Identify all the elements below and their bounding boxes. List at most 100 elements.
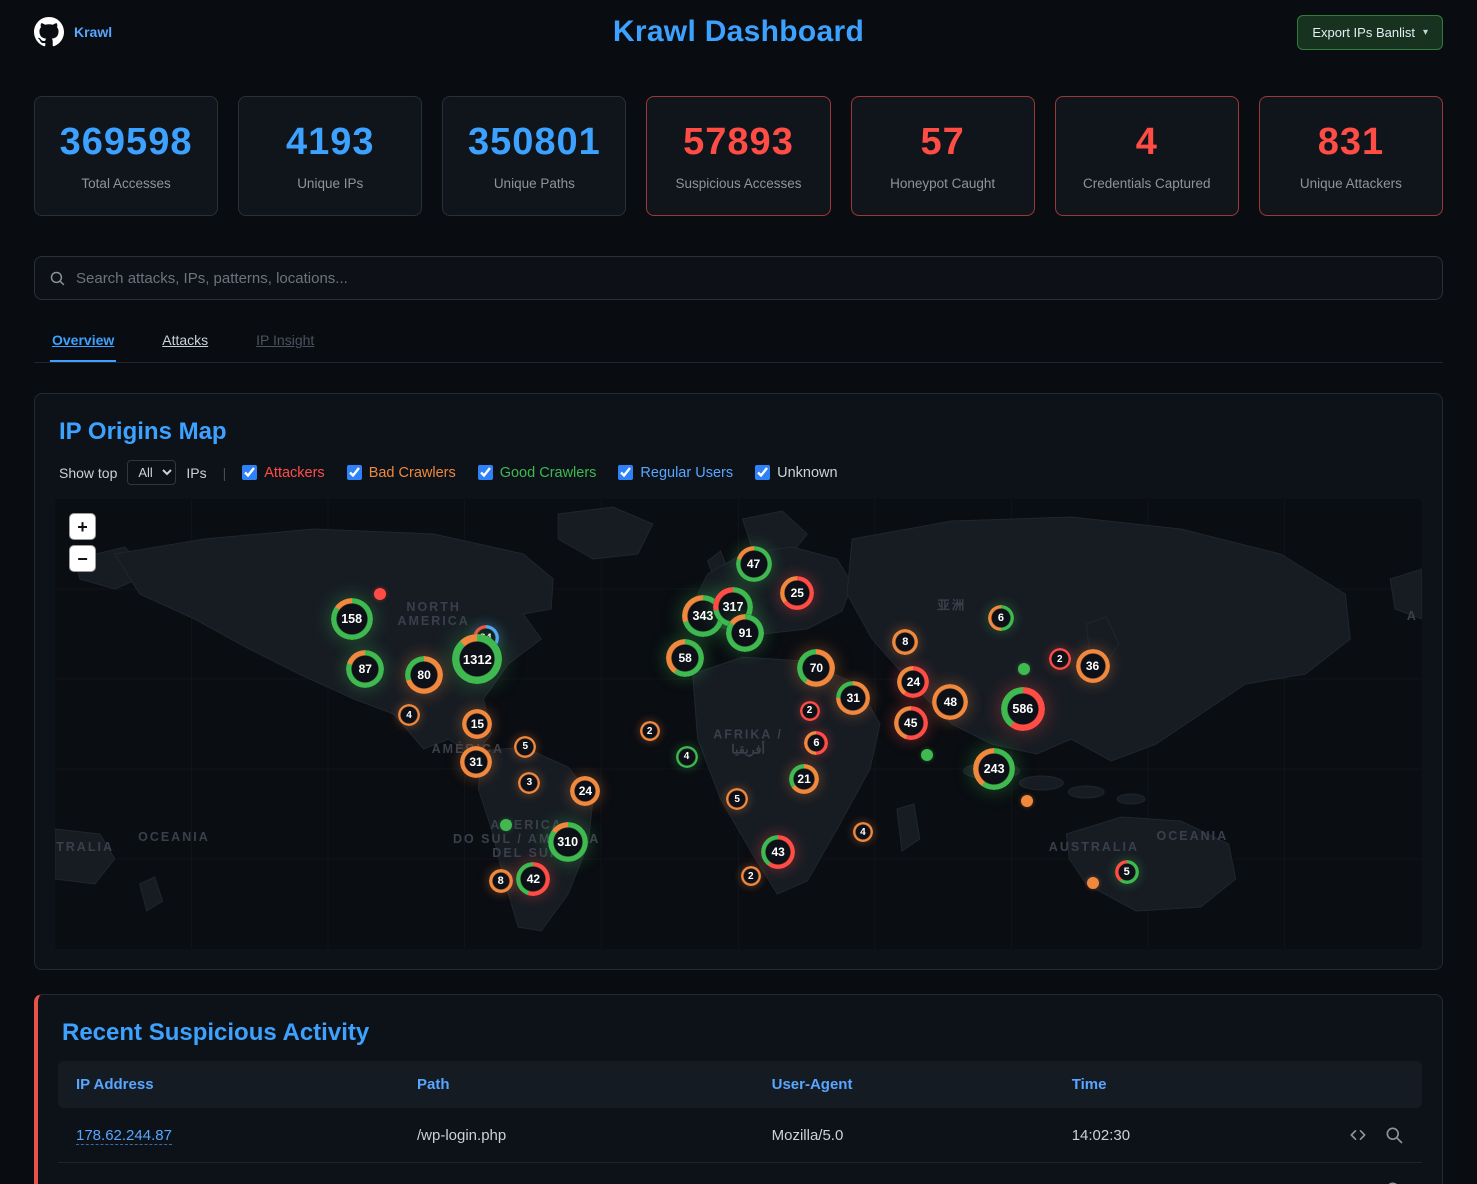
map-marker[interactable]: 4 (853, 822, 873, 842)
marker-count: 91 (739, 626, 752, 640)
column-header-time[interactable]: Time (1054, 1061, 1286, 1108)
map-marker[interactable]: 70 (797, 649, 835, 687)
map-marker[interactable] (374, 588, 386, 600)
map-marker[interactable]: 2 (800, 701, 820, 721)
map-marker[interactable]: 24 (897, 666, 929, 698)
tab-ip-insight[interactable]: IP Insight (254, 322, 316, 362)
column-header-user-agent[interactable]: User-Agent (754, 1061, 1054, 1108)
checkbox-unknown[interactable] (755, 465, 770, 480)
map-marker[interactable]: 21 (789, 764, 819, 794)
map-marker[interactable]: 80 (405, 656, 443, 694)
legend-toggle-unknown[interactable]: Unknown (755, 465, 837, 481)
legend-label: Bad Crawlers (369, 465, 456, 481)
map-marker[interactable]: 5 (1115, 860, 1139, 884)
tab-overview[interactable]: Overview (50, 322, 116, 362)
event-time: 13:55:08 (1054, 1163, 1286, 1184)
map-marker[interactable] (500, 819, 512, 831)
map-panel-title: IP Origins Map (59, 418, 1422, 446)
map-marker[interactable]: 45 (894, 706, 928, 740)
map-marker[interactable]: 310 (548, 822, 588, 862)
marker-count: 5 (522, 741, 528, 752)
map-marker[interactable]: 5 (726, 788, 748, 810)
map-marker[interactable]: 3 (518, 772, 540, 794)
map-marker[interactable]: 2 (741, 866, 761, 886)
map-marker[interactable]: 47 (736, 546, 772, 582)
checkbox-regular-users[interactable] (618, 465, 633, 480)
world-map[interactable]: NORTH AMERICAAMÉRICAAMERICA DO SUL / AMÉ… (55, 499, 1422, 949)
map-marker[interactable]: 158 (331, 598, 373, 640)
map-marker[interactable]: 2 (1049, 648, 1071, 670)
map-marker[interactable]: 8 (489, 869, 513, 893)
ip-address-link[interactable]: 178.62.244.87 (76, 1127, 172, 1145)
legend-toggle-good-crawlers[interactable]: Good Crawlers (478, 465, 597, 481)
checkbox-bad-crawlers[interactable] (347, 465, 362, 480)
map-marker[interactable]: 43 (761, 835, 795, 869)
stat-card-unique-attackers: 831Unique Attackers (1259, 96, 1443, 216)
search-input[interactable] (76, 270, 1428, 287)
tab-attacks[interactable]: Attacks (160, 322, 210, 362)
marker-count: 25 (791, 586, 804, 600)
marker-count: 8 (902, 636, 908, 648)
map-marker[interactable]: 15 (462, 709, 492, 739)
legend-toggle-regular-users[interactable]: Regular Users (618, 465, 733, 481)
legend-toggle-attackers[interactable]: Attackers (242, 465, 324, 481)
legend-toggle-bad-crawlers[interactable]: Bad Crawlers (347, 465, 456, 481)
stat-label: Credentials Captured (1083, 176, 1211, 191)
marker-count: 42 (527, 872, 540, 886)
marker-count: 6 (998, 612, 1004, 624)
map-marker[interactable]: 4 (676, 746, 698, 768)
map-marker[interactable]: 5 (514, 736, 536, 758)
map-marker[interactable]: 4 (398, 704, 420, 726)
map-marker[interactable]: 1312 (452, 634, 502, 684)
map-marker[interactable]: 31 (460, 746, 492, 778)
marker-count: 586 (1012, 702, 1033, 716)
row-actions (1304, 1125, 1404, 1145)
inspect-ip-icon[interactable] (1384, 1180, 1404, 1184)
map-marker[interactable]: 25 (780, 576, 814, 610)
legend-label: Attackers (264, 465, 324, 481)
map-marker[interactable]: 42 (516, 862, 550, 896)
stat-card-suspicious-accesses: 57893Suspicious Accesses (646, 96, 830, 216)
marker-count: 87 (359, 662, 372, 676)
map-marker[interactable]: 36 (1076, 649, 1110, 683)
map-marker[interactable]: 87 (346, 650, 384, 688)
map-marker[interactable]: 2 (640, 721, 660, 741)
export-banlist-button[interactable]: Export IPs Banlist ▾ (1297, 15, 1443, 50)
marker-count: 2 (647, 726, 653, 737)
request-path: /wp-login.php (399, 1108, 754, 1163)
request-path: /wp-login.php (399, 1163, 754, 1184)
map-marker[interactable]: 6 (988, 605, 1014, 631)
view-payload-icon[interactable] (1348, 1180, 1368, 1184)
show-top-select[interactable]: All (127, 460, 176, 485)
map-marker[interactable] (921, 749, 933, 761)
column-header-ip-address[interactable]: IP Address (58, 1061, 399, 1108)
map-marker[interactable]: 8 (892, 629, 918, 655)
marker-count: 15 (471, 717, 484, 731)
map-marker[interactable]: 586 (1001, 687, 1045, 731)
map-marker[interactable]: 24 (570, 776, 600, 806)
activity-table-header: IP AddressPathUser-AgentTime (58, 1061, 1422, 1108)
brand[interactable]: Krawl (34, 17, 112, 47)
map-marker[interactable]: 6 (804, 731, 828, 755)
column-header-path[interactable]: Path (399, 1061, 754, 1108)
marker-count: 31 (469, 755, 482, 769)
map-marker[interactable]: 243 (973, 748, 1015, 790)
view-payload-icon[interactable] (1348, 1125, 1368, 1145)
map-marker[interactable]: 48 (932, 684, 968, 720)
map-marker[interactable] (1018, 663, 1030, 675)
map-marker[interactable] (1021, 795, 1033, 807)
inspect-ip-icon[interactable] (1384, 1125, 1404, 1145)
page-title: Krawl Dashboard (613, 15, 864, 49)
map-marker[interactable]: 91 (726, 614, 764, 652)
marker-count: 4 (406, 710, 412, 721)
stat-value: 4 (1136, 121, 1158, 164)
map-marker[interactable]: 31 (836, 681, 870, 715)
map-marker[interactable]: 58 (666, 639, 704, 677)
checkbox-attackers[interactable] (242, 465, 257, 480)
stat-card-honeypot-caught: 57Honeypot Caught (851, 96, 1035, 216)
search-bar[interactable] (34, 256, 1443, 300)
zoom-in-button[interactable]: + (69, 513, 96, 540)
checkbox-good-crawlers[interactable] (478, 465, 493, 480)
map-marker[interactable] (1087, 877, 1099, 889)
zoom-out-button[interactable]: − (69, 545, 96, 572)
